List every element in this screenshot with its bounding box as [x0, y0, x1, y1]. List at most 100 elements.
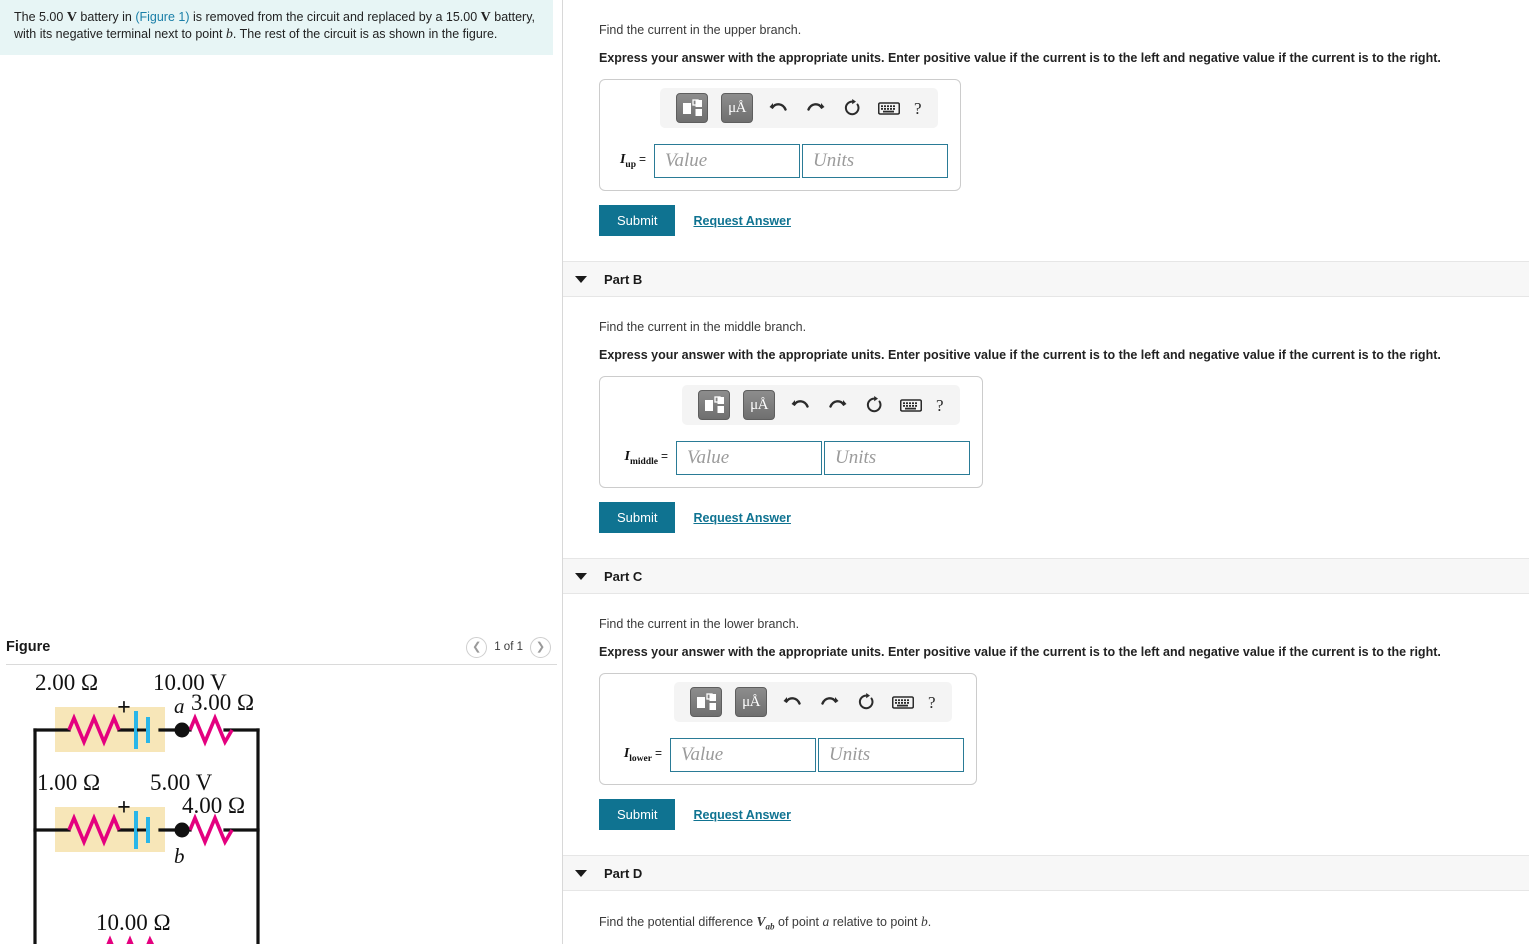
- problem-text-1: The 5.00: [14, 10, 67, 24]
- micro-angstrom-label: μÅ: [742, 693, 760, 710]
- part-b-equals: =: [660, 449, 668, 464]
- redo-icon[interactable]: [825, 392, 849, 418]
- resistor-10ohm: [106, 935, 155, 944]
- part-a-symbol-label: Iup =: [612, 152, 654, 170]
- right-panel: Find the current in the upper branch. Ex…: [563, 0, 1529, 944]
- part-a-toolbar: μÅ ?: [660, 88, 938, 128]
- undo-icon[interactable]: [788, 392, 812, 418]
- part-d-point-b: b: [920, 914, 928, 929]
- part-c-value-input[interactable]: Value: [670, 738, 816, 772]
- keyboard-icon[interactable]: [891, 689, 915, 715]
- part-d-vab: Vab: [757, 914, 775, 932]
- reset-icon[interactable]: [862, 392, 886, 418]
- part-c-toolbar: μÅ ?: [674, 682, 952, 722]
- label-1ohm: 1.00 Ω: [37, 770, 100, 795]
- reset-icon[interactable]: [840, 95, 864, 121]
- part-d-title: Part D: [604, 865, 643, 881]
- label-node-b: b: [174, 844, 185, 868]
- part-d-prompt: Find the potential difference Vab of poi…: [599, 913, 1529, 936]
- help-icon[interactable]: ?: [928, 694, 936, 711]
- circuit-diagram: + + 2.00 Ω 10.00 V a 3.00 Ω 1.00 Ω 5.00 …: [33, 670, 260, 944]
- node-a-dot: [174, 722, 190, 738]
- chevron-right-icon[interactable]: ❯: [530, 636, 551, 658]
- part-a-subscript: up: [625, 159, 636, 170]
- figure-1-link[interactable]: (Figure 1): [135, 10, 189, 24]
- part-a-field-row: Iup = Value Units: [612, 144, 948, 178]
- part-c-header[interactable]: Part C: [563, 558, 1529, 594]
- part-d-header[interactable]: Part D: [563, 855, 1529, 891]
- part-b-submit-button[interactable]: Submit: [599, 502, 676, 533]
- part-c-units-prompt: Express your answer with the appropriate…: [599, 645, 1441, 659]
- battery-top-plus: +: [117, 695, 131, 721]
- part-c-request-answer-link[interactable]: Request Answer: [693, 808, 790, 822]
- problem-text-2: battery in: [76, 10, 136, 24]
- part-b-submit-row: Submit Request Answer: [599, 502, 1529, 533]
- part-d-body: Find the potential difference Vab of poi…: [563, 891, 1529, 944]
- part-a-units-prompt: Express your answer with the appropriate…: [599, 51, 1441, 65]
- part-b-title: Part B: [604, 271, 643, 287]
- reset-icon[interactable]: [854, 689, 878, 715]
- part-d-prompt-3: relative to point: [829, 915, 921, 929]
- part-c-title: Part C: [604, 568, 643, 584]
- part-a-answer-box: μÅ ? Iup = Value Units: [599, 79, 961, 191]
- volt-unit-1: V: [66, 10, 77, 25]
- math-templates-icon[interactable]: [698, 390, 730, 420]
- part-d-prompt-4: .: [927, 915, 932, 929]
- help-icon[interactable]: ?: [914, 100, 922, 117]
- problem-text-3: is removed from the circuit and replaced…: [189, 10, 481, 24]
- label-node-a: a: [174, 694, 185, 718]
- part-c-prompt: Find the current in the lower branch.: [599, 617, 800, 631]
- part-a-units-input[interactable]: Units: [802, 144, 948, 178]
- part-d-prompt-2: of point: [774, 915, 823, 929]
- micro-angstrom-label: μÅ: [728, 99, 746, 116]
- problem-point-b: b: [225, 27, 233, 42]
- part-b-header[interactable]: Part B: [563, 261, 1529, 297]
- part-d-vsub: ab: [765, 921, 775, 932]
- problem-text-5: . The rest of the circuit is as shown in…: [232, 27, 498, 41]
- label-5v: 5.00 V: [150, 770, 213, 795]
- figure-section: Figure ❮ 1 of 1 ❯ + + 2.00 Ω 10.00 V a 3…: [0, 630, 563, 944]
- math-templates-icon[interactable]: [676, 93, 708, 123]
- label-4ohm: 4.00 Ω: [182, 793, 245, 818]
- help-icon[interactable]: ?: [936, 397, 944, 414]
- chevron-down-icon[interactable]: [575, 275, 587, 283]
- part-a-submit-button[interactable]: Submit: [599, 205, 676, 236]
- part-a-request-answer-link[interactable]: Request Answer: [693, 214, 790, 228]
- node-b-dot: [174, 822, 190, 838]
- part-b-prompt: Find the current in the middle branch.: [599, 320, 807, 334]
- label-10ohm: 10.00 Ω: [96, 910, 171, 935]
- part-b-answer-box: μÅ ? Imiddle = Value Units: [599, 376, 983, 488]
- keyboard-icon[interactable]: [877, 95, 901, 121]
- page-root: The 5.00 V battery in (Figure 1) is remo…: [0, 0, 1529, 944]
- micro-angstrom-icon[interactable]: μÅ: [735, 687, 767, 717]
- undo-icon[interactable]: [766, 95, 790, 121]
- figure-title: Figure: [6, 639, 51, 655]
- undo-icon[interactable]: [780, 689, 804, 715]
- part-a-equals: =: [638, 152, 646, 167]
- math-templates-icon[interactable]: [690, 687, 722, 717]
- left-panel: The 5.00 V battery in (Figure 1) is remo…: [0, 0, 563, 944]
- part-c-units-input[interactable]: Units: [818, 738, 964, 772]
- chevron-down-icon[interactable]: [575, 869, 587, 877]
- micro-angstrom-icon[interactable]: μÅ: [721, 93, 753, 123]
- redo-icon[interactable]: [817, 689, 841, 715]
- part-a-body: Find the current in the upper branch. Ex…: [563, 0, 1529, 236]
- part-c-field-row: Ilower = Value Units: [612, 738, 964, 772]
- part-b-value-input[interactable]: Value: [676, 441, 822, 475]
- part-b-field-row: Imiddle = Value Units: [612, 441, 970, 475]
- micro-angstrom-icon[interactable]: μÅ: [743, 390, 775, 420]
- keyboard-icon[interactable]: [899, 392, 923, 418]
- part-b-body: Find the current in the middle branch. E…: [563, 297, 1529, 533]
- chevron-left-icon[interactable]: ❮: [466, 636, 488, 658]
- part-d-prompt-1: Find the potential difference: [599, 915, 757, 929]
- part-a-value-input[interactable]: Value: [654, 144, 800, 178]
- figure-header: Figure ❮ 1 of 1 ❯: [0, 630, 563, 664]
- part-b-request-answer-link[interactable]: Request Answer: [693, 511, 790, 525]
- redo-icon[interactable]: [803, 95, 827, 121]
- micro-angstrom-label: μÅ: [750, 396, 768, 413]
- part-c-symbol-label: Ilower =: [612, 746, 670, 764]
- chevron-down-icon[interactable]: [575, 572, 587, 580]
- part-b-units-input[interactable]: Units: [824, 441, 970, 475]
- part-c-submit-button[interactable]: Submit: [599, 799, 676, 830]
- part-c-body: Find the current in the lower branch. Ex…: [563, 594, 1529, 830]
